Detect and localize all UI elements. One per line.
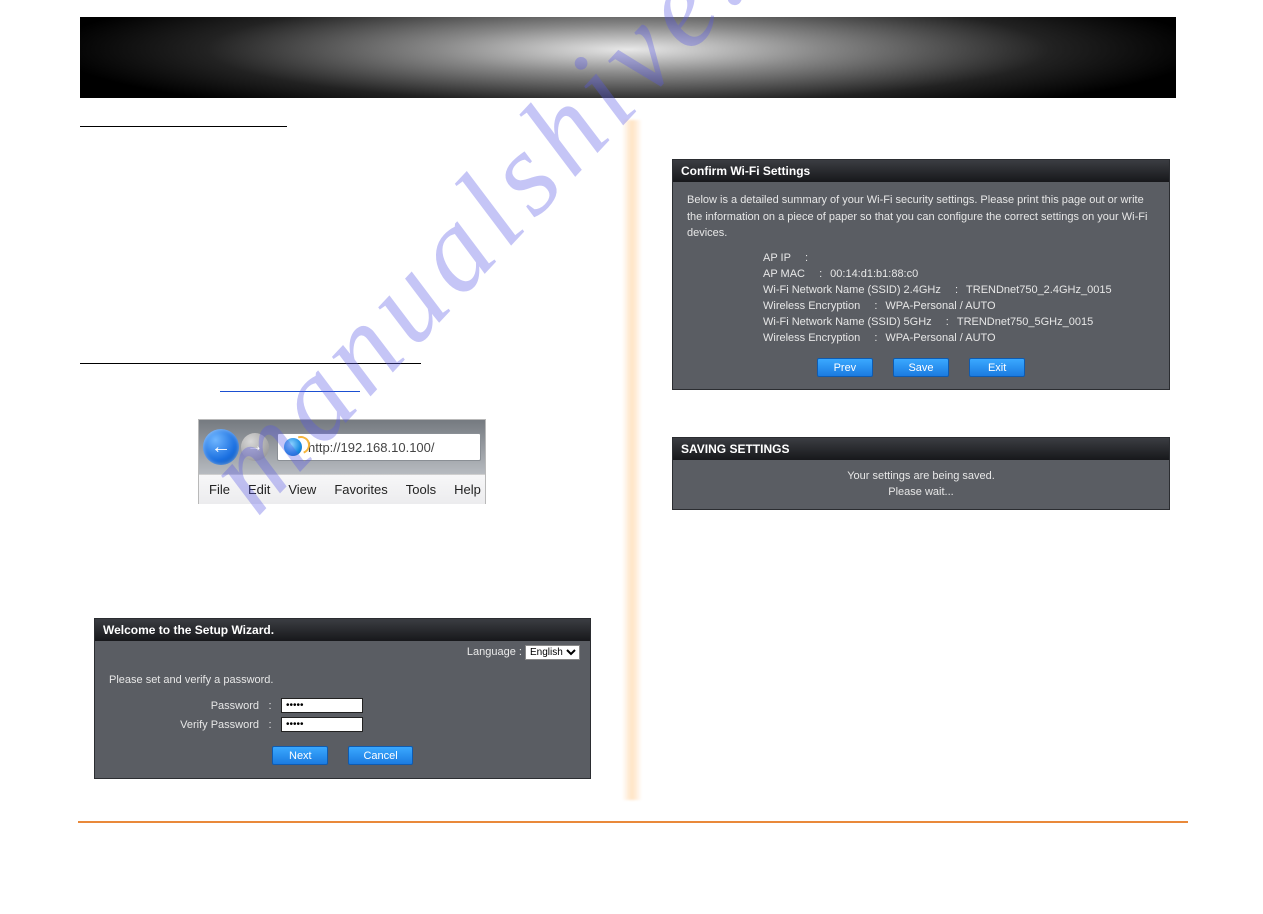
verify-password-label: Verify Password <box>109 719 259 731</box>
column-divider <box>622 120 642 800</box>
setup-wizard-panel: Welcome to the Setup Wizard. Language : … <box>94 618 591 779</box>
kv-row: Wireless Encryption :WPA-Personal / AUTO <box>763 300 1155 312</box>
back-icon[interactable]: ← <box>203 429 239 465</box>
colon: : <box>267 700 273 712</box>
language-row: Language : English <box>95 641 590 664</box>
address-url: http://192.168.10.100/ <box>308 440 435 455</box>
prev-button[interactable]: Prev <box>817 358 873 377</box>
verify-password-field[interactable] <box>281 717 363 732</box>
kv-row: Wi-Fi Network Name (SSID) 2.4GHz :TRENDn… <box>763 284 1155 296</box>
save-button[interactable]: Save <box>893 358 949 377</box>
kv-row: AP MAC :00:14:d1:b1:88:c0 <box>763 268 1155 280</box>
left-column <box>80 115 600 392</box>
password-field[interactable] <box>281 698 363 713</box>
browser-menus: File Edit View Favorites Tools Help <box>199 474 485 504</box>
ie-icon <box>284 438 302 456</box>
menu-view[interactable]: View <box>288 482 316 497</box>
wizard-title: Welcome to the Setup Wizard. <box>95 619 590 641</box>
menu-edit[interactable]: Edit <box>248 482 270 497</box>
saving-line2: Please wait... <box>673 486 1169 498</box>
confirm-intro: Below is a detailed summary of your Wi-F… <box>687 192 1155 242</box>
kv-row: AP IP : <box>763 252 1155 264</box>
section-heading-1 <box>80 115 287 127</box>
link-placeholder <box>220 391 360 392</box>
cancel-button[interactable]: Cancel <box>348 746 412 765</box>
address-bar[interactable]: http://192.168.10.100/ <box>277 433 481 461</box>
password-label: Password <box>109 700 259 712</box>
forward-icon[interactable]: → <box>241 433 269 461</box>
confirm-title: Confirm Wi-Fi Settings <box>673 160 1169 182</box>
menu-file[interactable]: File <box>209 482 230 497</box>
kv-row: Wireless Encryption :WPA-Personal / AUTO <box>763 332 1155 344</box>
menu-help[interactable]: Help <box>454 482 481 497</box>
browser-toolbar: ← → http://192.168.10.100/ <box>199 420 485 474</box>
saving-panel: SAVING SETTINGS Your settings are being … <box>672 437 1170 510</box>
confirm-wifi-panel: Confirm Wi-Fi Settings Below is a detail… <box>672 159 1170 390</box>
language-label: Language : <box>467 646 522 658</box>
kv-row: Wi-Fi Network Name (SSID) 5GHz :TRENDnet… <box>763 316 1155 328</box>
saving-title: SAVING SETTINGS <box>673 438 1169 460</box>
top-banner <box>80 17 1176 98</box>
footer-rule <box>78 821 1188 823</box>
wizard-instruction: Please set and verify a password. <box>109 674 576 686</box>
section-heading-2 <box>80 352 421 364</box>
exit-button[interactable]: Exit <box>969 358 1025 377</box>
next-button[interactable]: Next <box>272 746 328 765</box>
browser-figure: ← → http://192.168.10.100/ File Edit Vie… <box>198 419 486 504</box>
saving-line1: Your settings are being saved. <box>673 470 1169 482</box>
language-select[interactable]: English <box>525 645 580 660</box>
colon: : <box>267 719 273 731</box>
menu-tools[interactable]: Tools <box>406 482 436 497</box>
menu-favorites[interactable]: Favorites <box>334 482 387 497</box>
